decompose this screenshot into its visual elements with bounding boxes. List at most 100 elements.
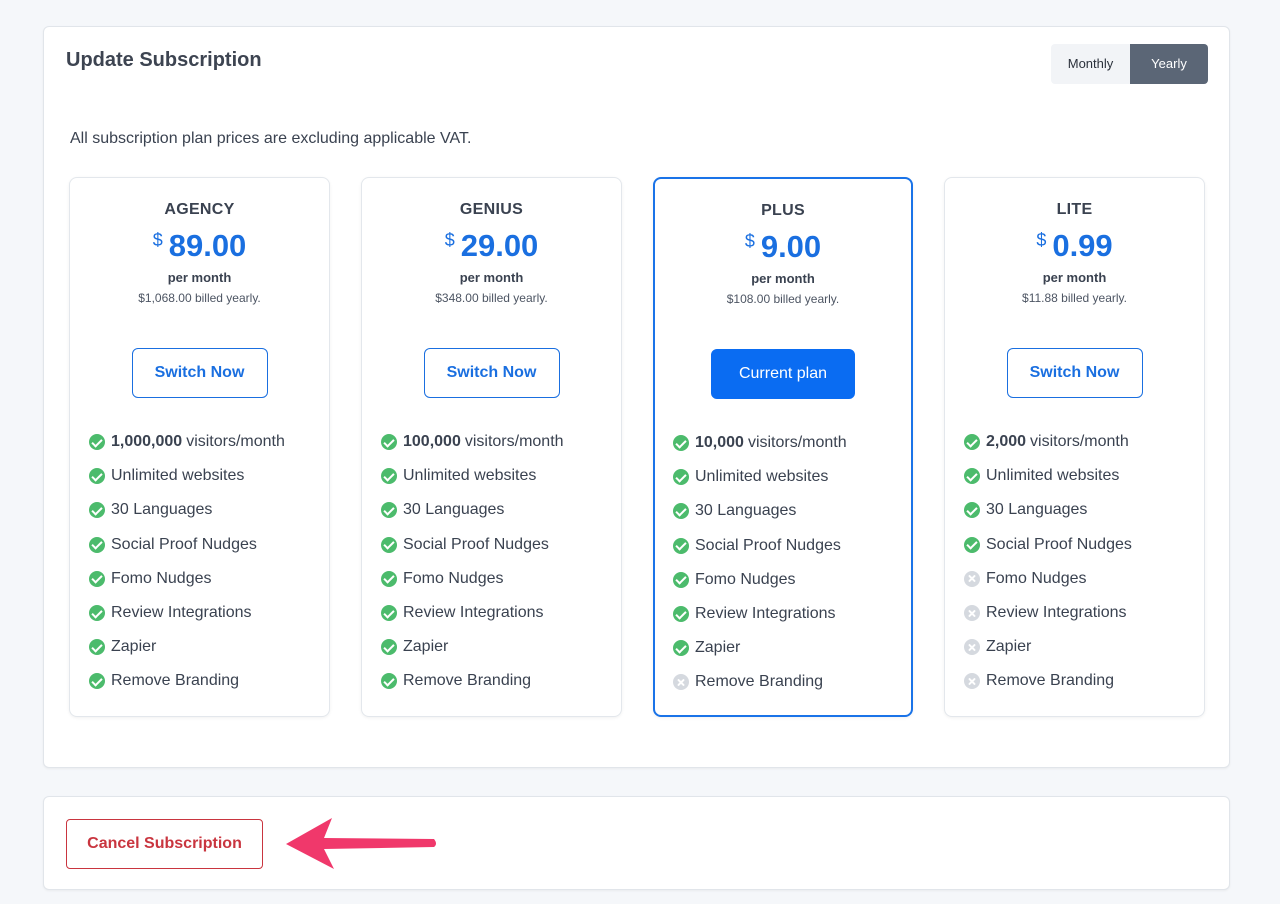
price-period: per month [459, 270, 524, 285]
feature-item: Fomo Nudges [964, 562, 1132, 596]
price-period: per month [1042, 270, 1107, 285]
feature-label: Fomo Nudges [403, 569, 504, 587]
check-circle-icon [673, 606, 689, 623]
plan-name: GENIUS [459, 201, 524, 218]
plan-card-agency: AGENCY $89.00 per month $1,068.00 billed ye… [69, 177, 330, 717]
feature-item: Social Proof Nudges [964, 528, 1132, 562]
feature-label: Review Integrations [403, 604, 544, 622]
check-circle-icon [381, 673, 397, 690]
check-circle-icon [673, 503, 689, 520]
feature-item: Unlimited websites [89, 459, 285, 493]
vat-note: All subscription plan prices are excludi… [70, 130, 472, 147]
arrow-left-icon [286, 818, 436, 869]
billed-yearly-note: $11.88 billed yearly. [1022, 291, 1127, 305]
check-circle-icon [673, 435, 689, 452]
feature-label: Remove Branding [111, 672, 240, 690]
feature-item: Remove Branding [673, 665, 847, 699]
billed-yearly-note: $108.00 billed yearly. [726, 292, 840, 306]
feature-label: Social Proof Nudges [695, 536, 841, 554]
feature-label: Remove Branding [986, 672, 1115, 690]
feature-quota: 100,000 [403, 433, 461, 451]
price-amount: 0.99 [1052, 228, 1113, 263]
feature-item: 30 Languages [381, 493, 564, 527]
feature-label: Unlimited websites [111, 467, 245, 485]
feature-label: Unlimited websites [986, 467, 1120, 485]
feature-label: visitors/month [186, 433, 285, 451]
feature-label: Fomo Nudges [111, 569, 212, 587]
check-circle-icon [381, 639, 397, 656]
feature-item: Review Integrations [381, 596, 564, 630]
feature-label: Review Integrations [695, 605, 836, 623]
cancel-subscription-button[interactable]: Cancel Subscription [66, 819, 263, 869]
feature-label: Zapier [986, 638, 1032, 656]
billed-yearly-note: $1,068.00 billed yearly. [138, 291, 261, 305]
plan-card-lite: LITE $0.99 per month $11.88 billed yearly. S… [944, 177, 1205, 717]
check-circle-icon [381, 434, 397, 451]
check-circle-icon [381, 570, 397, 587]
billed-yearly-note: $348.00 billed yearly. [435, 291, 548, 305]
feature-label: Review Integrations [986, 604, 1127, 622]
feature-item: Remove Branding [381, 664, 564, 698]
feature-item: Remove Branding [89, 664, 285, 698]
plan-name: PLUS [761, 202, 805, 219]
switch-now-button[interactable]: Switch Now [131, 348, 268, 398]
price-amount: 9.00 [760, 229, 822, 264]
feature-item: 2,000 visitors/month [964, 425, 1132, 459]
feature-item: Zapier [381, 630, 564, 664]
update-subscription-panel: Update Subscription Monthly Yearly All s… [43, 26, 1230, 768]
feature-label: Fomo Nudges [695, 570, 796, 588]
check-circle-icon [381, 468, 397, 485]
toggle-yearly[interactable]: Yearly [1130, 44, 1208, 84]
price-amount: 89.00 [168, 228, 247, 263]
toggle-monthly[interactable]: Monthly [1051, 44, 1130, 84]
feature-item: 30 Languages [89, 493, 285, 527]
x-circle-icon [964, 673, 980, 690]
plan-price: $29.00 [362, 228, 621, 264]
feature-item: Review Integrations [964, 596, 1132, 630]
x-circle-icon [964, 605, 980, 622]
feature-item: 30 Languages [673, 494, 847, 528]
feature-label: Remove Branding [403, 672, 532, 690]
feature-label: Fomo Nudges [986, 569, 1087, 587]
plan-name: LITE [1056, 201, 1093, 218]
feature-item: Unlimited websites [381, 459, 564, 493]
check-circle-icon [964, 502, 980, 519]
feature-label: Social Proof Nudges [111, 535, 257, 553]
feature-list: 100,000 visitors/month Unlimited websites 3… [381, 425, 564, 699]
current-plan-button[interactable]: Current plan [711, 349, 855, 399]
feature-label: Unlimited websites [695, 468, 829, 486]
feature-list: 2,000 visitors/month Unlimited websites 30 … [964, 425, 1132, 699]
feature-item: Zapier [964, 630, 1132, 664]
currency-symbol: $ [744, 231, 755, 251]
feature-label: Review Integrations [111, 604, 252, 622]
feature-quota: 1,000,000 [111, 433, 183, 451]
feature-label: Zapier [111, 638, 157, 656]
feature-label: 30 Languages [403, 501, 505, 519]
switch-now-button[interactable]: Switch Now [1006, 348, 1143, 398]
check-circle-icon [673, 537, 689, 554]
feature-label: 30 Languages [986, 501, 1088, 519]
feature-item: 1,000,000 visitors/month [89, 425, 285, 459]
check-circle-icon [964, 536, 980, 553]
x-circle-icon [964, 570, 980, 587]
currency-symbol: $ [152, 230, 163, 250]
price-period: per month [751, 271, 815, 286]
feature-item: Unlimited websites [964, 459, 1132, 493]
currency-symbol: $ [444, 230, 455, 250]
switch-now-button[interactable]: Switch Now [423, 348, 560, 398]
feature-label: Social Proof Nudges [403, 535, 549, 553]
feature-item: Review Integrations [89, 596, 285, 630]
check-circle-icon [89, 468, 105, 485]
feature-label: Social Proof Nudges [986, 535, 1132, 553]
feature-label: visitors/month [1030, 433, 1129, 451]
price-period: per month [167, 270, 232, 285]
feature-item: 30 Languages [964, 493, 1132, 527]
feature-item: Fomo Nudges [381, 562, 564, 596]
feature-item: Fomo Nudges [673, 563, 847, 597]
check-circle-icon [89, 605, 105, 622]
check-circle-icon [673, 640, 689, 657]
feature-item: Review Integrations [673, 597, 847, 631]
check-circle-icon [964, 468, 980, 485]
feature-item: Fomo Nudges [89, 562, 285, 596]
check-circle-icon [381, 502, 397, 519]
